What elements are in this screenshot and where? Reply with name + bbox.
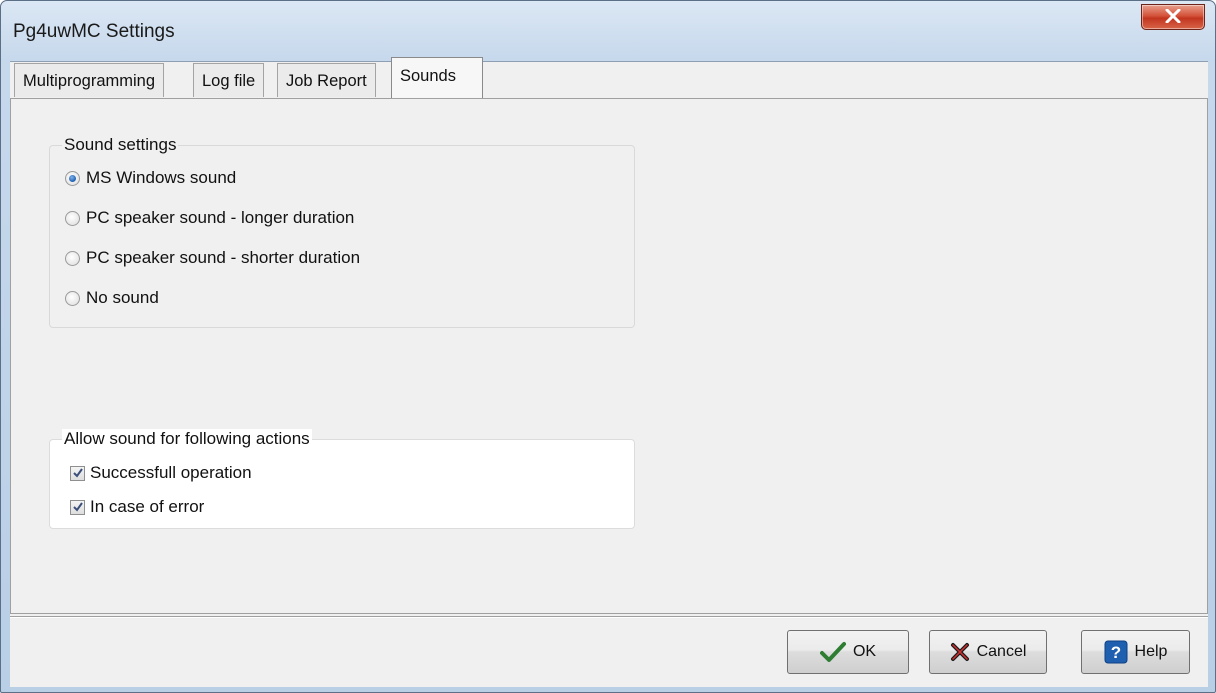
cancel-label: Cancel — [976, 643, 1027, 660]
radio-button[interactable] — [65, 290, 80, 306]
help-icon: ? — [1104, 640, 1128, 664]
radio-button-selected[interactable] — [65, 170, 80, 186]
ok-label: OK — [852, 643, 877, 660]
checkbox-checked[interactable] — [70, 465, 85, 481]
radio-no-sound[interactable]: No sound — [65, 286, 159, 310]
help-button[interactable]: ? Help — [1081, 630, 1190, 674]
ok-button[interactable]: OK — [787, 630, 909, 674]
sound-settings-title: Sound settings — [62, 135, 179, 155]
checkbox-successful-operation[interactable]: Successfull operation — [70, 461, 252, 485]
checkbox-label: In case of error — [90, 497, 205, 516]
radio-pc-speaker-longer[interactable]: PC speaker sound - longer duration — [65, 206, 354, 230]
radio-ms-windows-sound[interactable]: MS Windows sound — [65, 166, 236, 190]
radio-label: MS Windows sound — [86, 168, 237, 187]
allow-sound-group: Allow sound for following actions Succes… — [49, 429, 635, 529]
close-icon — [1165, 9, 1181, 23]
tab-label: Log file — [202, 72, 256, 90]
title-bar[interactable]: Pg4uwMC Settings — [1, 1, 1215, 61]
tab-label: Job Report — [286, 72, 367, 90]
tab-label: Sounds — [400, 67, 456, 85]
radio-label: PC speaker sound - shorter duration — [86, 248, 361, 267]
allow-sound-title: Allow sound for following actions — [62, 429, 312, 449]
radio-label: PC speaker sound - longer duration — [86, 208, 355, 227]
tab-log-file[interactable]: Log file — [193, 63, 265, 97]
svg-text:?: ? — [1110, 643, 1120, 662]
checkmark-icon — [73, 501, 83, 512]
radio-button[interactable] — [65, 250, 80, 266]
radio-label: No sound — [86, 288, 159, 307]
checkbox-label: Successfull operation — [90, 463, 252, 482]
checkbox-in-case-of-error[interactable]: In case of error — [70, 495, 204, 519]
checkbox-checked[interactable] — [70, 499, 85, 515]
x-icon — [950, 642, 970, 662]
tab-label: Multiprogramming — [23, 72, 156, 90]
window-title: Pg4uwMC Settings — [13, 21, 175, 42]
checkmark-icon — [819, 641, 846, 663]
radio-pc-speaker-shorter[interactable]: PC speaker sound - shorter duration — [65, 246, 360, 270]
tab-multiprogramming[interactable]: Multiprogramming — [14, 63, 165, 97]
help-label: Help — [1134, 643, 1168, 660]
settings-window: Pg4uwMC Settings Multiprogramming Log fi… — [0, 0, 1216, 693]
tab-sounds[interactable]: Sounds — [391, 57, 483, 98]
footer-separator — [10, 616, 1208, 618]
radio-button[interactable] — [65, 210, 80, 226]
sound-settings-group: Sound settings MS Windows sound PC speak… — [49, 135, 635, 328]
checkmark-icon — [73, 467, 83, 478]
cancel-button[interactable]: Cancel — [929, 630, 1047, 674]
dialog-client-area: Multiprogramming Log file Job Report Sou… — [10, 57, 1208, 687]
tab-job-report[interactable]: Job Report — [277, 63, 376, 97]
close-button[interactable] — [1141, 4, 1205, 30]
sounds-tab-panel: Sound settings MS Windows sound PC speak… — [10, 98, 1208, 614]
